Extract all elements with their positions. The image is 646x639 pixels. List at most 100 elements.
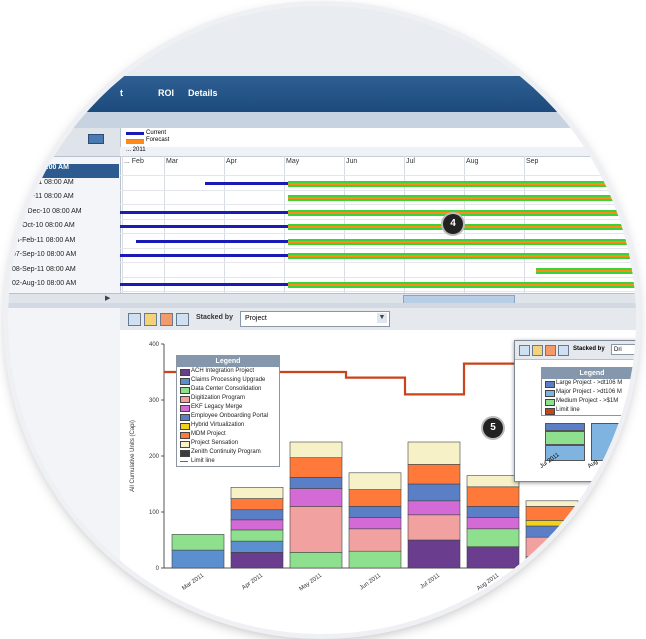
gantt-row-label[interactable]: ...-Nov-11 08:00 AM — [12, 179, 74, 186]
inset-legend-label: Limit line — [556, 407, 580, 413]
legend-item: Zenith Continuity Program — [177, 448, 279, 457]
scroll-right-arrow-icon[interactable]: ▶ — [105, 295, 112, 302]
gantt-row-label[interactable]: ...ug-10 08:00 AM — [12, 164, 69, 171]
bar-segment — [348, 472, 402, 490]
x-tick-label: Mar 2011 — [181, 572, 205, 592]
gantt-current-bar[interactable] — [120, 210, 288, 214]
timeline-month: Apr — [226, 158, 237, 165]
legend-item: Hybrid Virtualization — [177, 421, 279, 430]
bar-segment — [525, 500, 579, 507]
bar-segment — [348, 506, 402, 518]
inset-bar-1-seg-large — [545, 423, 585, 431]
bar-segment — [466, 528, 520, 548]
bar-segment — [289, 441, 343, 458]
gantt-current-bar[interactable] — [205, 181, 288, 185]
inset-chart-window: Stacked by Dri Legend Large Project - >d… — [514, 340, 636, 482]
gantt-row-label[interactable]: ...-Nov-11 08:00 AM — [12, 193, 74, 200]
gantt-current-bar[interactable] — [120, 283, 288, 286]
pie-chart-icon[interactable] — [160, 313, 173, 326]
gantt-forecast-bar[interactable] — [288, 253, 636, 259]
chevron-down-icon[interactable]: ▼ — [377, 313, 387, 323]
gantt-row-label[interactable]: 10-Oct-10 08:00 AM — [12, 222, 75, 229]
inset-legend-swatch — [545, 381, 555, 388]
gantt-row-divider — [120, 218, 636, 220]
legend-swatch — [180, 461, 188, 462]
bar-segment — [348, 489, 402, 507]
y-tick-label: 300 — [149, 398, 160, 404]
bar-segment — [230, 519, 284, 531]
legend-current-label: Current — [146, 130, 167, 136]
bar-segment — [407, 464, 461, 485]
legend-swatch — [180, 396, 190, 403]
bar-segment — [466, 486, 520, 507]
gantt-row-label[interactable]: 02-Aug-10 08:00 AM — [12, 280, 76, 287]
legend-swatch — [180, 387, 190, 394]
legend-label: Claims Processing Upgrade — [191, 377, 266, 383]
bar-segment — [171, 534, 225, 551]
gantt-row-label[interactable]: ...Ot-Dec-10 08:00 AM — [12, 208, 82, 215]
y-tick-label: 200 — [149, 454, 160, 460]
tab-partial[interactable]: t — [120, 88, 123, 98]
gantt-row-label[interactable]: 14-Feb-11 08:00 AM — [12, 237, 75, 244]
inset-toolbar: Stacked by Dri — [515, 341, 636, 360]
bar-segment — [466, 506, 520, 518]
folder-icon[interactable] — [144, 313, 157, 326]
legend-swatch — [180, 432, 190, 439]
x-tick-label: Apr 2011 — [241, 572, 265, 591]
bar-segment — [289, 457, 343, 478]
timeline-month: Sep — [526, 158, 539, 165]
inset-legend-swatch — [545, 399, 555, 406]
inset-table-icon[interactable] — [558, 345, 569, 356]
bar-segment — [230, 529, 284, 542]
tab-details[interactable]: Details — [188, 88, 218, 98]
filter-icon[interactable] — [88, 134, 104, 144]
gantt-left-header-label: ...ad — [50, 132, 64, 139]
inset-legend-label: Medium Project - >$1M — [556, 398, 619, 404]
gantt-current-bar[interactable] — [120, 254, 288, 257]
inset-stacked-by-select[interactable]: Dri — [611, 344, 636, 355]
bar-segment — [525, 525, 579, 538]
legend-label: Digitization Program — [191, 395, 246, 401]
gantt-forecast-bar[interactable] — [288, 209, 636, 216]
gantt-forecast-bar[interactable] — [288, 180, 636, 187]
gantt-forecast-bar[interactable] — [288, 195, 636, 201]
legend-label: Employee Onboarding Portal — [191, 413, 269, 419]
inset-folder-icon[interactable] — [532, 345, 543, 356]
timeline-month: Aug — [466, 158, 479, 165]
gantt-current-bar[interactable] — [120, 225, 288, 228]
app-header: t ROI Details — [8, 76, 636, 112]
bar-segment — [525, 556, 579, 569]
gantt-row-label[interactable]: 08-Sep-11 08:00 AM — [12, 266, 76, 273]
gantt-row-divider — [120, 204, 636, 205]
legend-label: Data Center Consolidation — [191, 386, 262, 392]
callout-badge-4: 4 — [443, 214, 463, 234]
gantt-row-divider — [120, 247, 636, 249]
inset-legend-items: Large Project - >dt106 M Major Project - … — [542, 379, 636, 415]
legend-item: EKF Legacy Merge — [177, 403, 279, 412]
gantt-current-bar[interactable] — [136, 239, 288, 243]
forecast-swatch — [126, 139, 144, 144]
screenshot-circle: t ROI Details ...ad Current Forecast ...… — [8, 6, 636, 634]
bar-chart-icon[interactable] — [128, 313, 141, 326]
gantt-forecast-bar[interactable] — [288, 238, 636, 245]
legend-title: Legend — [177, 356, 279, 367]
gantt-row-divider — [120, 291, 636, 292]
bar-segment — [230, 540, 284, 553]
gantt-row-divider — [120, 175, 636, 176]
stacked-by-value: Project — [245, 315, 267, 322]
legend-swatch — [180, 441, 190, 448]
gantt-forecast-bar[interactable] — [288, 282, 636, 288]
stacked-by-select[interactable]: Project ▼ — [240, 311, 390, 327]
bar-segment — [466, 546, 520, 569]
inset-bar-chart-icon[interactable] — [519, 345, 530, 356]
gantt-forecast-bar[interactable] — [536, 267, 636, 274]
legend-swatch — [180, 369, 190, 376]
bar-segment — [230, 498, 284, 511]
inset-pie-chart-icon[interactable] — [545, 345, 556, 356]
bar-segment — [289, 488, 343, 507]
gantt-row-label[interactable]: 07-Sep-10 08:00 AM — [12, 251, 76, 258]
tab-roi[interactable]: ROI — [158, 88, 174, 98]
legend-swatch — [180, 450, 190, 457]
x-tick-label: Aug 2011 — [476, 572, 501, 592]
table-icon[interactable] — [176, 313, 189, 326]
